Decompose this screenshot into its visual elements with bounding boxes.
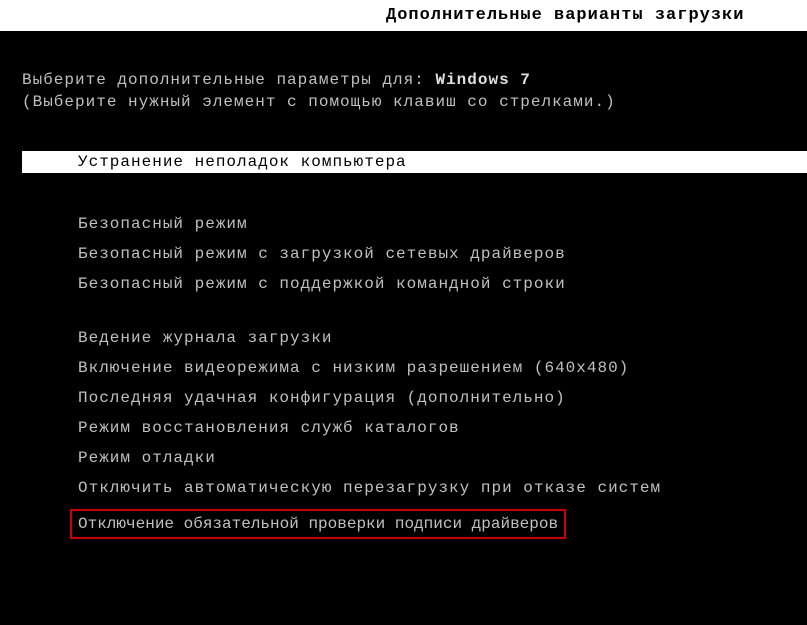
option-boot-logging[interactable]: Ведение журнала загрузки [78, 327, 807, 349]
boot-menu-content: Выберите дополнительные параметры для: W… [0, 31, 807, 539]
option-ds-restore[interactable]: Режим восстановления служб каталогов [78, 417, 807, 439]
options-list: Безопасный режим Безопасный режим с загр… [22, 213, 807, 539]
option-safe-mode-network[interactable]: Безопасный режим с загрузкой сетевых дра… [78, 243, 807, 265]
option-disable-driver-signature[interactable]: Отключение обязательной проверки подписи… [70, 509, 566, 539]
os-name: Windows 7 [435, 71, 530, 89]
option-safe-mode[interactable]: Безопасный режим [78, 213, 807, 235]
hint-line: (Выберите нужный элемент с помощью клави… [22, 93, 807, 111]
selected-repair-option[interactable]: Устранение неполадок компьютера [22, 151, 807, 173]
option-low-res-video[interactable]: Включение видеорежима с низким разрешени… [78, 357, 807, 379]
option-safe-mode-cmd[interactable]: Безопасный режим с поддержкой командной … [78, 273, 807, 295]
selected-option-label: Устранение неполадок компьютера [78, 153, 407, 171]
option-disable-auto-restart[interactable]: Отключить автоматическую перезагрузку пр… [78, 477, 807, 499]
highlighted-label: Отключение обязательной проверки подписи… [78, 515, 558, 533]
option-debug-mode[interactable]: Режим отладки [78, 447, 807, 469]
option-last-known-good[interactable]: Последняя удачная конфигурация (дополнит… [78, 387, 807, 409]
boot-menu-header: Дополнительные варианты загрузки [0, 0, 807, 31]
group-gap [78, 303, 807, 327]
prompt-line: Выберите дополнительные параметры для: W… [22, 71, 807, 89]
prompt-text: Выберите дополнительные параметры для: [22, 71, 425, 89]
header-title: Дополнительные варианты загрузки [386, 6, 744, 25]
